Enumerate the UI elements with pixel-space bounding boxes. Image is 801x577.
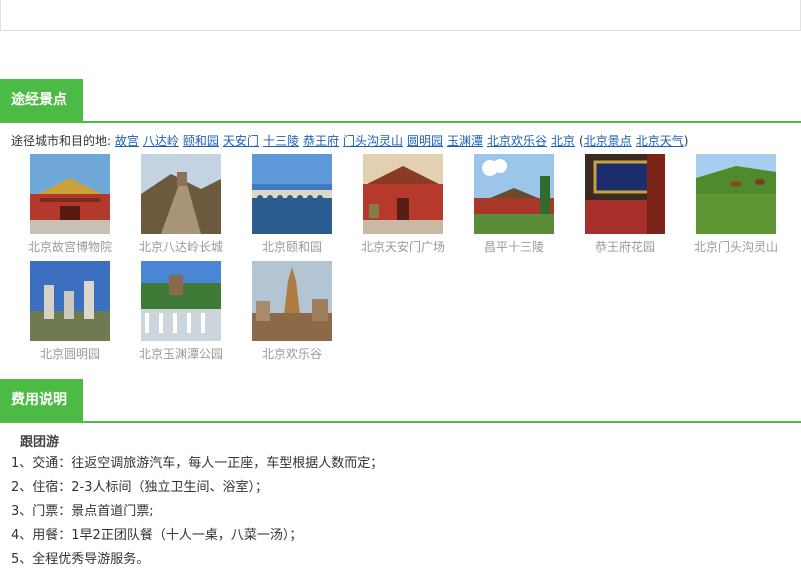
- happy-valley-photo[interactable]: [252, 261, 332, 341]
- photo-caption: 北京颐和园: [261, 240, 322, 254]
- attraction-tile[interactable]: 昌平十三陵: [469, 154, 559, 255]
- city-link-badaling[interactable]: 八达岭: [143, 134, 179, 148]
- photo-caption: 北京圆明园: [39, 347, 100, 361]
- paren-close: ): [683, 134, 689, 148]
- beijing-weather-link[interactable]: 北京天气: [636, 134, 684, 148]
- tour-type-label: 跟团游: [20, 435, 60, 450]
- fee-item: 4、用餐：1早2正团队餐（十人一桌，八菜一汤）；: [11, 528, 303, 543]
- photo-caption: 恭王府花园: [594, 240, 655, 254]
- fee-item: 3、门票：景点首道门票;: [11, 504, 154, 519]
- yuanmingyuan-photo[interactable]: [30, 261, 110, 341]
- fee-item: 1、交通：往返空调旅游汽车，每人一正座，车型根据人数而定；: [11, 456, 384, 471]
- photo-caption: 北京故宫博物院: [27, 240, 112, 254]
- city-link-yuanmingyuan[interactable]: 圆明园: [407, 134, 443, 148]
- cities-line: 途径城市和目的地: 故宫 八达岭 颐和园 天安门 十三陵 恭王府 门头沟灵山 圆明园 玉渊潭 北京…: [11, 132, 688, 149]
- photo-caption: 北京天安门广场: [360, 240, 445, 254]
- fee-list: 1、交通：往返空调旅游汽车，每人一正座，车型根据人数而定； 2、住宿：2-3人标…: [11, 452, 383, 572]
- fees-section-title: 费用说明: [0, 379, 83, 421]
- photo-caption: 北京八达岭长城: [138, 240, 223, 254]
- great-wall-photo[interactable]: [141, 154, 221, 234]
- fee-item: 2、住宿：2-3人标间（独立卫生间、浴室）；: [11, 480, 269, 495]
- photo-caption: 北京玉渊潭公园: [138, 347, 223, 361]
- city-link-gugong[interactable]: 故宫: [115, 134, 139, 148]
- attraction-tile[interactable]: 北京门头沟灵山: [691, 154, 781, 255]
- cities-label: 途径城市和目的地:: [11, 134, 112, 148]
- city-link-shisanling[interactable]: 十三陵: [263, 134, 299, 148]
- fee-item: 5、全程优秀导游服务。: [11, 552, 150, 567]
- attraction-tile[interactable]: 北京八达岭长城: [136, 154, 226, 255]
- city-link-beijing[interactable]: 北京: [551, 134, 575, 148]
- attraction-tile[interactable]: 北京圆明园: [25, 261, 115, 362]
- attraction-tile[interactable]: 北京颐和园: [247, 154, 337, 255]
- attraction-tile[interactable]: 北京玉渊潭公园: [136, 261, 226, 362]
- prince-gong-photo[interactable]: [585, 154, 665, 234]
- city-link-tiananmen[interactable]: 天安门: [223, 134, 259, 148]
- attraction-tile[interactable]: 恭王府花园: [580, 154, 670, 255]
- city-link-lingshan[interactable]: 门头沟灵山: [343, 134, 403, 148]
- city-link-yuyuantan[interactable]: 玉渊潭: [447, 134, 483, 148]
- city-link-happy-valley[interactable]: 北京欢乐谷: [487, 134, 547, 148]
- attraction-tile[interactable]: 北京天安门广场: [358, 154, 448, 255]
- beijing-attractions-link[interactable]: 北京景点: [584, 134, 632, 148]
- attraction-tile[interactable]: 北京故宫博物院: [25, 154, 115, 255]
- photo-caption: 北京门头沟灵山: [693, 240, 778, 254]
- forbidden-city-photo[interactable]: [30, 154, 110, 234]
- city-link-gongwangfu[interactable]: 恭王府: [303, 134, 339, 148]
- tiananmen-photo[interactable]: [363, 154, 443, 234]
- top-panel: [0, 0, 801, 31]
- city-link-yiheyuan[interactable]: 颐和园: [183, 134, 219, 148]
- photo-caption: 昌平十三陵: [483, 240, 544, 254]
- route-section-title: 途经景点: [0, 79, 83, 121]
- lingshan-photo[interactable]: [696, 154, 776, 234]
- summer-palace-photo[interactable]: [252, 154, 332, 234]
- yuyuantan-photo[interactable]: [141, 261, 221, 341]
- attraction-tile[interactable]: 北京欢乐谷: [247, 261, 337, 362]
- route-section-header: 途经景点: [0, 79, 801, 123]
- photo-caption: 北京欢乐谷: [261, 347, 322, 361]
- fees-section-header: 费用说明: [0, 379, 801, 423]
- ming-tombs-photo[interactable]: [474, 154, 554, 234]
